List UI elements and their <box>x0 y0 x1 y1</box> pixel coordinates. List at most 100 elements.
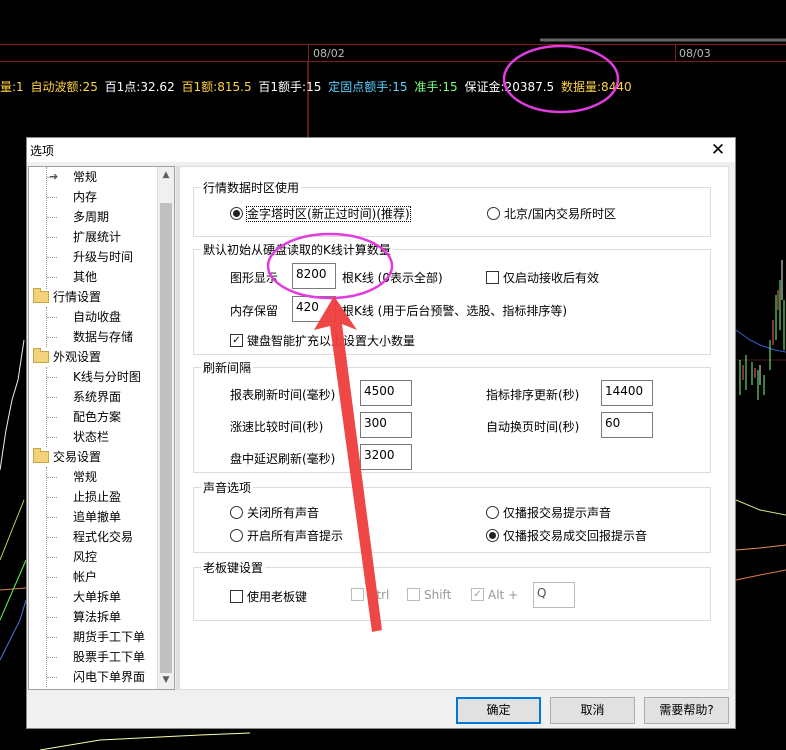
tree-connector <box>47 437 57 438</box>
sound-close-all-option[interactable]: 关闭所有声音 <box>230 504 319 521</box>
delay-refresh-input[interactable]: 3200 <box>360 444 412 470</box>
tree-item[interactable]: 扩展统计 <box>73 227 121 247</box>
tree-item-label: 扩展统计 <box>73 230 122 244</box>
checkbox-icon[interactable] <box>230 590 243 603</box>
folder-icon <box>33 447 49 463</box>
tree-item[interactable]: 自动收盘 <box>73 307 121 327</box>
checkbox-icon[interactable] <box>351 588 364 601</box>
options-tree: ➔ 常规 内存 多周期扩展统计升级与时间 其他 行情设置自动收盘数据与存储外观设置 K线与分… <box>28 166 175 690</box>
tree-connector <box>47 417 57 418</box>
date-label: 08/03 <box>679 47 711 60</box>
refresh-group: 刷新间隔 报表刷新时间(毫秒) 4500 指标排序更新(秒) 14400 涨速比… <box>193 359 711 473</box>
radio-label: 北京/国内交易所时区 <box>504 207 617 221</box>
radio-icon[interactable] <box>486 506 499 519</box>
stat-auto-wave: 自动波额:25 <box>30 80 98 94</box>
alt-checkbox[interactable]: ✓ Alt + <box>471 588 518 602</box>
tree-item[interactable]: 外观设置 <box>33 347 101 367</box>
date-label: 08/02 <box>313 47 345 60</box>
tree-item-label: 系统界面 <box>73 390 122 404</box>
timezone-option-beijing[interactable]: 北京/国内交易所时区 <box>487 205 616 222</box>
tree-item[interactable]: 止损止盈 <box>73 487 121 507</box>
scrollbar-thumb[interactable] <box>160 203 172 673</box>
report-refresh-input[interactable]: 4500 <box>360 380 412 406</box>
tree-connector <box>47 497 57 498</box>
tree-item[interactable]: 期货手工下单 <box>73 627 145 647</box>
radio-icon[interactable] <box>230 207 243 220</box>
tree-connector <box>47 237 57 238</box>
use-boss-key-checkbox[interactable]: 使用老板键 <box>230 588 307 605</box>
stat-fixed-hand: 定固点额手:15 <box>328 80 408 94</box>
only-after-start-checkbox[interactable]: 仅启动接收后有效 <box>486 269 599 286</box>
scroll-down-icon[interactable]: ▼ <box>158 672 174 689</box>
stat-margin: 保证金:20387.5 <box>464 80 555 94</box>
close-icon[interactable]: ✕ <box>707 139 729 161</box>
tree-item[interactable]: 交易设置 <box>33 447 101 467</box>
folder-icon <box>33 287 49 303</box>
scroll-up-icon[interactable]: ▲ <box>158 167 174 184</box>
tree-connector <box>47 537 57 538</box>
shift-checkbox[interactable]: Shift <box>407 588 451 602</box>
tree-item[interactable]: 系统界面 <box>73 387 121 407</box>
tree-item-label: 闪电下单界面 <box>73 670 146 684</box>
sound-trade-report-option[interactable]: 仅播报交易成交回报提示音 <box>486 527 647 544</box>
checkmark-icon[interactable]: ✓ <box>471 588 484 601</box>
tree-item[interactable]: 升级与时间 <box>73 247 133 267</box>
stat-qualified-hand: 准手:15 <box>414 80 458 94</box>
radio-icon[interactable] <box>230 529 243 542</box>
tree-item-label: 风控 <box>73 550 98 564</box>
dialog-titlebar[interactable]: 选项 ✕ <box>27 138 735 162</box>
tree-connector <box>47 577 57 578</box>
tree-item[interactable]: 内存 <box>73 187 97 207</box>
help-button[interactable]: 需要帮助? <box>644 697 729 724</box>
radio-icon[interactable] <box>487 207 500 220</box>
tree-item[interactable]: 大单拆单 <box>73 587 121 607</box>
memory-keep-input[interactable]: 420 <box>292 296 336 322</box>
tree-item[interactable]: 其他 <box>73 267 97 287</box>
tree-item[interactable]: 配色方案 <box>73 407 121 427</box>
tree-item[interactable]: 帐户 <box>73 567 97 587</box>
keyboard-expand-checkbox[interactable]: ✓ 键盘智能扩充以上设置大小数量 <box>230 332 415 349</box>
ok-button[interactable]: 确定 <box>456 697 541 724</box>
radio-icon[interactable] <box>486 529 499 542</box>
checkmark-icon[interactable]: ✓ <box>230 334 243 347</box>
tree-connector <box>47 557 57 558</box>
tree-connector <box>47 257 57 258</box>
tree-item[interactable]: 算法拆单 <box>73 607 121 627</box>
tree-scrollbar[interactable]: ▲ ▼ <box>157 167 174 689</box>
stat-volume: 量:1 <box>0 80 24 94</box>
tree-item[interactable]: 股票手工下单 <box>73 647 145 667</box>
boss-key-input[interactable]: Q <box>533 582 575 608</box>
tree-item[interactable]: 状态栏 <box>73 427 109 447</box>
sound-open-all-option[interactable]: 开启所有声音提示 <box>230 527 343 544</box>
tree-item[interactable]: 多周期 <box>73 207 109 227</box>
ctrl-checkbox[interactable]: Ctrl <box>351 588 389 602</box>
timezone-option-pyramid[interactable]: 金字塔时区(新正过时间)(推荐) <box>230 205 411 222</box>
delay-refresh-label: 盘中延迟刷新(毫秒) <box>230 452 336 466</box>
tree-item[interactable]: ➔ 常规 <box>49 167 97 187</box>
display-count-input[interactable]: 8200 <box>292 263 336 289</box>
checkbox-icon[interactable] <box>407 588 420 601</box>
tree-item[interactable]: 程式化交易 <box>73 527 133 547</box>
tree-item[interactable]: 闪电下单界面 <box>73 667 145 687</box>
tree-item[interactable]: 行情设置 <box>33 287 101 307</box>
radio-icon[interactable] <box>230 506 243 519</box>
memory-keep-label: 内存保留 <box>230 304 279 318</box>
tree-item[interactable]: 追单撤单 <box>73 507 121 527</box>
tree-connector <box>47 197 57 198</box>
rise-compare-input[interactable]: 300 <box>360 412 412 438</box>
cancel-button[interactable]: 取消 <box>550 697 635 724</box>
tree-item[interactable]: 风控 <box>73 547 97 567</box>
checkbox-icon[interactable] <box>486 271 499 284</box>
tree-item-label: 数据与存储 <box>73 330 134 344</box>
radio-label: 关闭所有声音 <box>247 506 320 520</box>
indicator-sort-input[interactable]: 14400 <box>601 380 653 406</box>
tree-connector <box>47 657 57 658</box>
tree-item[interactable]: 数据与存储 <box>73 327 133 347</box>
stat-point: 百1点:32.62 <box>104 80 175 94</box>
folder-icon <box>33 347 49 363</box>
tree-item[interactable]: K线与分时图 <box>73 367 141 387</box>
auto-page-input[interactable]: 60 <box>601 412 653 438</box>
sound-trade-prompt-option[interactable]: 仅播报交易提示声音 <box>486 504 611 521</box>
tree-item[interactable]: 常规 <box>73 467 97 487</box>
tree-item-label: 自动收盘 <box>73 310 122 324</box>
